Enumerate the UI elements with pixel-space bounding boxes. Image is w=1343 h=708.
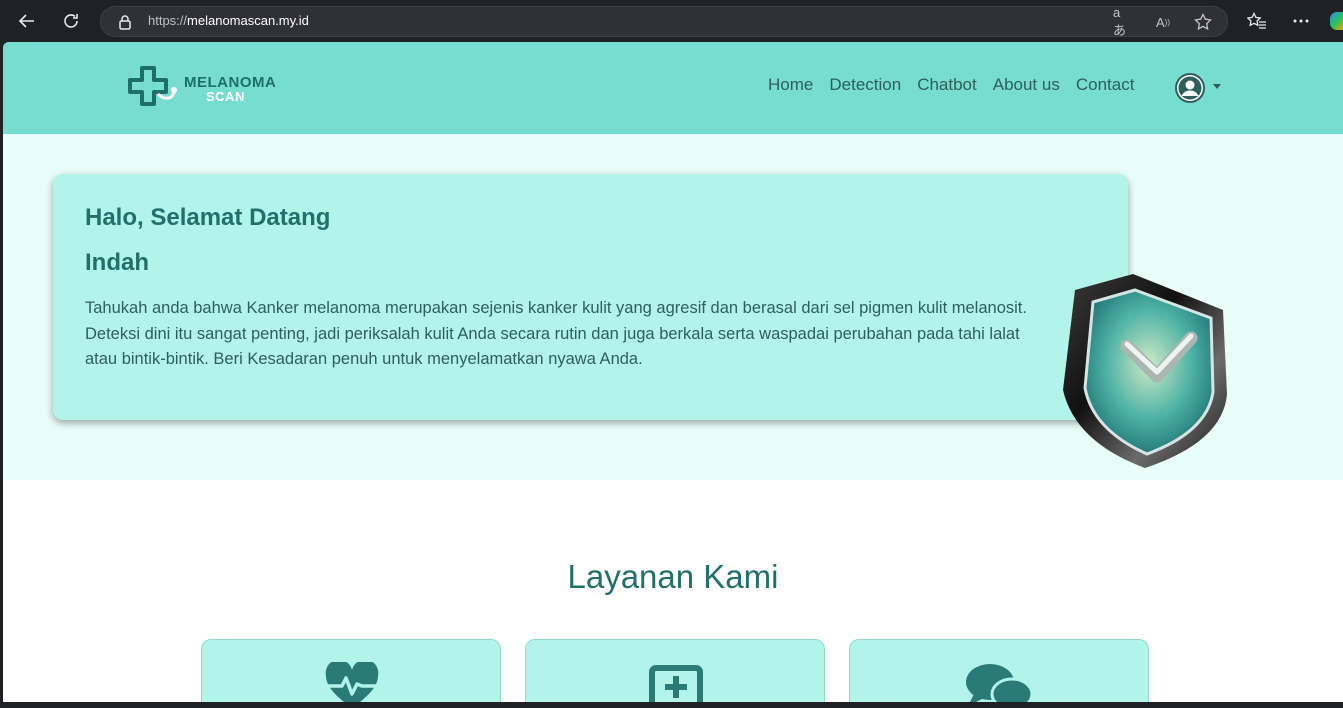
service-card-chat[interactable] [849, 639, 1149, 702]
nav-about-us[interactable]: About us [993, 75, 1060, 95]
user-avatar-icon[interactable] [1175, 73, 1205, 103]
bottom-edge [0, 702, 1343, 708]
favorite-star-icon[interactable] [1193, 12, 1213, 32]
favorites-icon[interactable] [1246, 10, 1268, 32]
site-navbar: MELANOMA SCAN Home Detection Chatbot Abo… [3, 42, 1343, 134]
medical-kit-icon [649, 665, 703, 702]
main-nav: Home Detection Chatbot About us Contact [768, 75, 1134, 95]
more-options-icon[interactable] [1290, 10, 1312, 32]
chat-bubbles-icon [966, 664, 1034, 702]
user-menu-caret-icon[interactable] [1213, 84, 1221, 89]
translate-icon[interactable]: aあ [1113, 5, 1133, 38]
hero-section: Halo, Selamat Datang Indah Tahukah anda … [3, 134, 1343, 480]
back-icon[interactable] [15, 9, 39, 33]
page-viewport: MELANOMA SCAN Home Detection Chatbot Abo… [3, 42, 1343, 702]
url-text[interactable]: https://melanomascan.my.id [148, 13, 309, 28]
services-title: Layanan Kami [567, 558, 779, 595]
copilot-icon[interactable] [1330, 12, 1343, 30]
welcome-title: Halo, Selamat Datang [85, 204, 331, 231]
address-bar[interactable]: https://melanomascan.my.id aあ A)) [100, 5, 1228, 38]
welcome-card: Halo, Selamat Datang Indah Tahukah anda … [53, 174, 1128, 420]
service-card-medical[interactable] [525, 639, 825, 702]
heartbeat-icon [325, 662, 379, 702]
service-card-heartbeat[interactable] [201, 639, 501, 702]
browser-toolbar: https://melanomascan.my.id aあ A)) [0, 0, 1343, 42]
nav-detection[interactable]: Detection [829, 75, 901, 95]
nav-chatbot[interactable]: Chatbot [917, 75, 977, 95]
nav-contact[interactable]: Contact [1076, 75, 1135, 95]
refresh-icon[interactable] [59, 9, 83, 33]
welcome-text: Tahukah anda bahwa Kanker melanoma merup… [85, 299, 1027, 368]
read-aloud-icon[interactable]: A)) [1153, 12, 1173, 32]
lock-icon[interactable] [118, 14, 132, 34]
nav-home[interactable]: Home [768, 75, 813, 95]
site-logo[interactable]: MELANOMA SCAN [128, 64, 278, 114]
shield-check-icon [1055, 272, 1233, 470]
logo-text-scan: SCAN [206, 89, 245, 104]
user-name: Indah [85, 249, 149, 276]
logo-mark-icon [128, 66, 177, 106]
